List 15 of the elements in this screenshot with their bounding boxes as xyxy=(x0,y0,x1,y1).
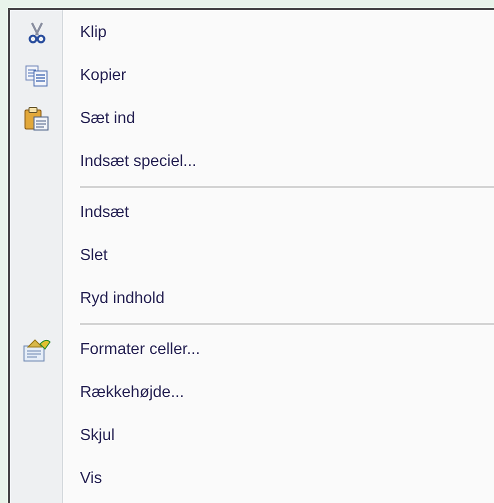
menu-item[interactable]: Ryd indhold xyxy=(10,277,494,320)
menu-item[interactable]: Sæt ind xyxy=(10,97,494,140)
menu-item[interactable]: Formater celler... xyxy=(10,328,494,371)
copy-icon xyxy=(24,64,48,86)
menu-item[interactable]: Indsæt xyxy=(10,191,494,234)
clipboard-icon xyxy=(24,106,50,132)
menu-item[interactable]: Klip xyxy=(10,11,494,54)
format-cells-icon xyxy=(22,336,50,362)
scissors-icon xyxy=(28,22,46,44)
menu-item[interactable]: Vis xyxy=(10,457,494,500)
menu-item[interactable]: Rækkehøjde... xyxy=(10,371,494,414)
menu-item[interactable]: Indsæt speciel... xyxy=(10,140,494,183)
menu-item[interactable]: Slet xyxy=(10,234,494,277)
menu-item[interactable]: Kopier xyxy=(10,54,494,97)
menu-item[interactable]: Skjul xyxy=(10,414,494,457)
